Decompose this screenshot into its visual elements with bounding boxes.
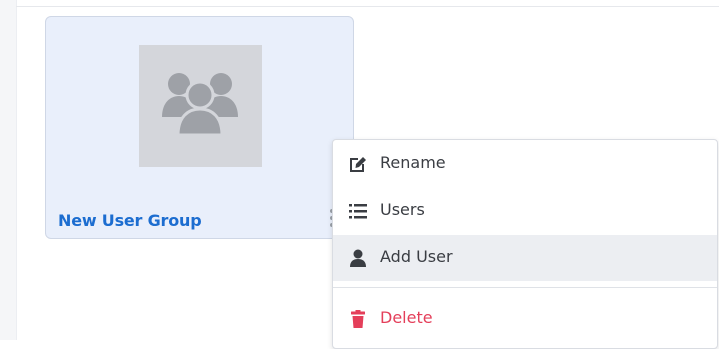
top-divider bbox=[16, 6, 719, 7]
menu-item-label: Delete bbox=[380, 308, 433, 327]
users-group-icon bbox=[162, 73, 238, 137]
left-panel-edge bbox=[0, 0, 17, 340]
menu-item-users[interactable]: Users bbox=[333, 188, 717, 234]
menu-item-label: Users bbox=[380, 200, 425, 219]
menu-item-delete[interactable]: Delete bbox=[333, 296, 717, 342]
trash-icon bbox=[351, 310, 365, 328]
menu-item-add-user[interactable]: Add User bbox=[333, 235, 717, 281]
menu-item-label: Add User bbox=[380, 247, 453, 266]
menu-divider bbox=[333, 287, 717, 288]
menu-item-rename[interactable]: Rename bbox=[333, 141, 717, 187]
list-icon bbox=[349, 204, 367, 219]
card-title[interactable]: New User Group bbox=[58, 211, 202, 230]
edit-icon bbox=[350, 157, 366, 172]
user-icon bbox=[350, 249, 366, 267]
group-thumbnail bbox=[139, 45, 262, 167]
user-group-card[interactable]: New User Group bbox=[45, 16, 354, 239]
menu-item-label: Rename bbox=[380, 153, 446, 172]
context-menu: Rename Users Add User Delete bbox=[332, 139, 718, 349]
